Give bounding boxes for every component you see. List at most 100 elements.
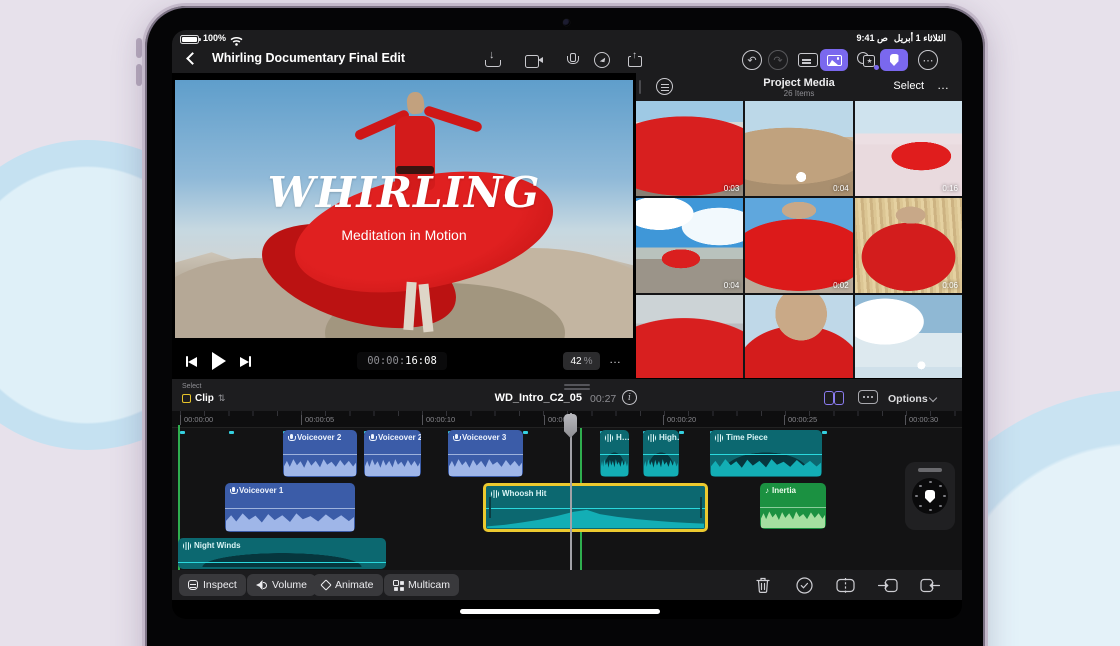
ruler-tick: 00:00:00	[180, 415, 213, 425]
media-browser-button[interactable]	[820, 49, 848, 71]
timeline-clip-voiceover-2[interactable]: Voiceover 2	[283, 430, 357, 477]
viewer-more-button[interactable]: …	[609, 352, 622, 366]
undo-button[interactable]: ↶	[740, 50, 764, 70]
jog-wheel[interactable]	[905, 462, 955, 530]
timeline-clip-high[interactable]: High…	[643, 430, 679, 477]
media-more-button[interactable]: …	[937, 78, 950, 92]
play-button[interactable]	[212, 352, 226, 370]
project-title: Whirling Documentary Final Edit	[212, 51, 405, 65]
jog-dial[interactable]	[912, 478, 948, 514]
titles-button[interactable]	[796, 50, 820, 70]
video-preview[interactable]: WHIRLING Meditation in Motion	[175, 80, 633, 338]
timeline-overview-icon[interactable]	[858, 390, 878, 404]
top-chrome: 100% 9:41 ص الثلاثاء 1 أبريل Whirling Do…	[172, 30, 962, 73]
media-thumbnail[interactable]: 0:16	[855, 101, 962, 196]
ipad-screen: 100% 9:41 ص الثلاثاء 1 أبريل Whirling Do…	[172, 30, 962, 619]
enable-clip-button[interactable]	[793, 574, 815, 596]
timecode-display[interactable]: 00:00:16:08	[357, 352, 447, 370]
timeline-clip-night-winds[interactable]: Night Winds	[178, 538, 386, 569]
video-viewer: WHIRLING Meditation in Motion 00:00:16:0…	[172, 73, 636, 378]
clip-marker	[229, 431, 234, 434]
more-button[interactable]: ⋯	[916, 50, 940, 70]
home-indicator[interactable]	[460, 609, 660, 614]
insert-right-icon	[920, 578, 940, 593]
options-button[interactable]: Options	[888, 393, 928, 405]
timeline[interactable]: 00:00:00 00:00:05 00:00:10 00:00:15 00:0…	[172, 411, 962, 570]
trash-icon	[756, 577, 770, 593]
dervish-hat	[406, 91, 425, 115]
desktop-background: 100% 9:41 ص الثلاثاء 1 أبريل Whirling Do…	[0, 0, 1120, 646]
music-note-icon: ♪	[765, 487, 769, 495]
timeline-header: Select Clip ⇅ WD_Intro_C2_05 00:27 i Opt…	[172, 378, 962, 411]
media-thumbnail[interactable]: 0:02	[745, 198, 852, 293]
redo-icon: ↷	[768, 50, 788, 70]
more-icon: ⋯	[918, 50, 938, 70]
speaker-icon	[256, 580, 267, 590]
voice-shield-icon	[890, 54, 899, 66]
import-button[interactable]	[480, 50, 504, 70]
zoom-level-button[interactable]: 42%	[563, 352, 600, 370]
skip-to-end-button[interactable]	[240, 356, 251, 367]
timeline-clip-voiceover-1[interactable]: Voiceover 1	[225, 483, 355, 532]
photo-icon	[827, 55, 842, 66]
timeline-clip-whoosh-hit-selected[interactable]: Whoosh Hit	[483, 483, 708, 532]
wifi-icon	[230, 33, 243, 51]
live-drawing-button[interactable]	[590, 50, 614, 70]
battery-icon	[180, 35, 199, 44]
media-thumbnail[interactable]: 0:04	[745, 101, 852, 196]
effects-icon: ★	[857, 52, 876, 68]
timeline-clip-voiceover-3[interactable]: Voiceover 3	[448, 430, 523, 477]
skip-to-start-button[interactable]	[186, 356, 197, 367]
clip-marker	[523, 431, 528, 434]
volume-button[interactable]: Volume	[247, 574, 316, 596]
mic-icon	[453, 434, 459, 441]
info-button[interactable]: i	[622, 390, 637, 405]
status-bar: 100% 9:41 ص الثلاثاء 1 أبريل	[172, 30, 962, 47]
inspect-button[interactable]: Inspect	[179, 574, 246, 596]
play-icon	[212, 352, 226, 370]
current-clip-name: WD_Intro_C2_05	[472, 392, 582, 404]
timeline-clip-time-piece[interactable]: Time Piece	[710, 430, 822, 477]
media-thumbnail[interactable]	[855, 295, 962, 378]
status-date: الثلاثاء 1 أبريل	[894, 33, 946, 44]
insert-clip-button[interactable]	[877, 574, 899, 596]
animate-button[interactable]: Animate	[313, 574, 383, 596]
media-thumbnail[interactable]	[636, 295, 743, 378]
status-time-date: 9:41 ص الثلاثاء 1 أبريل	[856, 33, 946, 44]
record-voiceover-button[interactable]	[560, 50, 584, 70]
waveform-icon	[183, 542, 191, 550]
ruler-tick: 00:00:30	[905, 415, 938, 425]
clip-tool-selector[interactable]: Clip ⇅	[182, 393, 225, 404]
effects-button[interactable]: ★	[854, 50, 878, 70]
redo-button[interactable]: ↷	[766, 50, 790, 70]
ruler-tick: 00:00:05	[301, 415, 334, 425]
connected-clips-icon[interactable]	[824, 390, 846, 405]
media-thumbnail[interactable]	[745, 295, 852, 378]
multicam-button[interactable]: Multicam	[384, 574, 459, 596]
select-button[interactable]: Select	[893, 80, 924, 92]
record-video-button[interactable]	[522, 50, 546, 70]
media-thumbnail[interactable]: 0:03	[636, 101, 743, 196]
delete-button[interactable]	[752, 574, 774, 596]
voiceover-panel-button[interactable]	[880, 49, 908, 71]
media-thumbnail[interactable]: 0:06	[855, 198, 962, 293]
battery-label: 100%	[203, 33, 226, 43]
badge-dot	[874, 65, 879, 70]
timeline-clip-h[interactable]: H…	[600, 430, 629, 477]
microphone-icon	[567, 53, 578, 67]
front-camera	[563, 19, 570, 26]
append-clip-button[interactable]	[919, 574, 941, 596]
clip-marker	[822, 431, 827, 434]
toolbar-divider	[239, 577, 240, 593]
playhead-handle[interactable]	[564, 414, 577, 438]
timeline-clip-inertia[interactable]: ♪Inertia	[760, 483, 826, 529]
timeline-drag-handle[interactable]	[564, 384, 590, 386]
timeline-clip-voiceover-2b[interactable]: Voiceover 2	[364, 430, 421, 477]
select-mode-label: Select	[182, 383, 201, 390]
back-chevron-icon[interactable]	[186, 52, 199, 65]
chevron-down-icon	[929, 394, 937, 402]
share-button[interactable]	[622, 50, 646, 70]
split-clip-button[interactable]	[834, 574, 856, 596]
media-thumbnail[interactable]: 0:04	[636, 198, 743, 293]
jog-drag-handle[interactable]	[918, 468, 942, 472]
